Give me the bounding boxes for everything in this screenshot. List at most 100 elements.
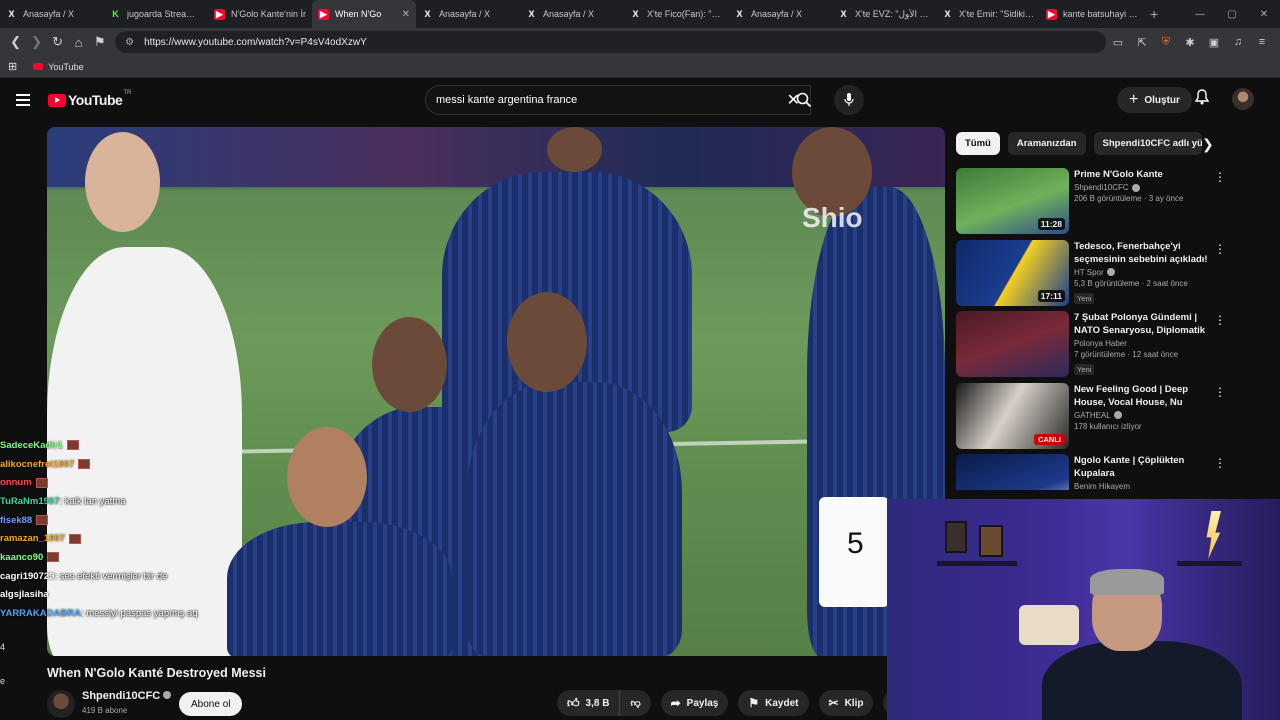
browser-tab[interactable]: ▶ When N'Go ✕ — [312, 0, 416, 28]
browser-tab[interactable]: Kjugoarda Stream - K — [104, 0, 208, 28]
channel-avatar[interactable] — [47, 690, 75, 718]
chat-username: onnum — [0, 477, 32, 489]
browser-tab[interactable]: X Anasayfa / X — [0, 0, 104, 28]
like-button[interactable]: 👍︎ 3,8 B — [557, 690, 621, 716]
video-info: 7 Şubat Polonya Gündemi | NATO Senaryosu… — [1074, 311, 1209, 377]
video-thumbnail[interactable]: CANLI — [956, 382, 1069, 449]
video-thumbnail[interactable]: 11:28 — [956, 168, 1069, 234]
like-dislike-group: 👍︎ 3,8 B 👎︎ — [557, 690, 651, 716]
chat-message: cagri190729: ses efekti vermişler bir de — [0, 567, 240, 586]
browser-tab[interactable]: X X'te Fico(Fan): "1. K — [624, 0, 728, 28]
video-title[interactable]: Tedesco, Fenerbahçe'yi seçmesinin sebebi… — [1074, 240, 1209, 266]
youtube-logo[interactable]: YouTube TR — [48, 90, 132, 108]
chat-username: YARRAKADABRA — [0, 608, 81, 620]
search-input[interactable]: messi kante argentina france ✕ — [425, 85, 811, 115]
recommended-video[interactable]: 17:11 Tedesco, Fenerbahçe'yi seçmesinin s… — [956, 239, 1226, 308]
dislike-button[interactable]: 👎︎ — [620, 697, 650, 709]
browser-tab[interactable]: ▶ N'Golo Kante'nin İr — [208, 0, 312, 28]
more-options-icon[interactable]: ⋮ — [1214, 456, 1226, 470]
video-title: When N'Golo Kanté Destroyed Messi — [47, 666, 266, 680]
extensions-icon[interactable]: ✱ — [1178, 36, 1202, 49]
url-text: https://www.youtube.com/watch?v=P4sV4odX… — [144, 36, 367, 48]
thumbs-down-icon: 👎︎ — [630, 698, 641, 709]
account-avatar[interactable] — [1232, 88, 1254, 110]
channel-name-text: Shpendi10CFC — [82, 690, 161, 702]
browser-tab[interactable]: X Anasayfa / X — [520, 0, 624, 28]
browser-tab[interactable]: X X'te Emir: "Sidiki Ch — [936, 0, 1040, 28]
create-button[interactable]: + Oluştur — [1117, 87, 1192, 113]
subscribe-button[interactable]: Abone ol — [179, 692, 243, 716]
chat-username: kaanco90 — [0, 551, 44, 563]
brave-shield-icon[interactable]: ⛨ — [1154, 36, 1178, 49]
bookmark-icon[interactable]: ⚑ — [90, 32, 109, 52]
plus-icon: + — [1129, 91, 1139, 108]
country-code: TR — [123, 90, 132, 96]
home-icon[interactable]: ⌂ — [69, 32, 88, 52]
filter-chip[interactable]: Tümü — [956, 132, 1000, 155]
browser-tab[interactable]: X Anasayfa / X — [416, 0, 520, 28]
minimize-icon[interactable]: — — [1184, 9, 1216, 20]
filter-chip[interactable]: Shpendi10CFC adlı yükle — [1093, 132, 1202, 155]
channel-name[interactable]: Shpendi10CFC — [1074, 183, 1129, 192]
address-bar[interactable]: ⚙ https://www.youtube.com/watch?v=P4sV4o… — [115, 31, 1106, 53]
save-button[interactable]: ⚑ Kaydet — [738, 690, 809, 716]
video-meta: 7 görüntüleme · 12 saat önce — [1074, 350, 1179, 359]
share-icon[interactable]: ⇱ — [1130, 36, 1154, 49]
video-title[interactable]: 7 Şubat Polonya Gündemi | NATO Senaryosu… — [1074, 311, 1209, 337]
video-title[interactable]: New Feeling Good | Deep House, Vocal Hou… — [1074, 383, 1209, 409]
wallet-icon[interactable]: ▣ — [1202, 36, 1226, 49]
notifications-bell-icon[interactable] — [1194, 89, 1210, 108]
more-options-icon[interactable]: ⋮ — [1214, 313, 1226, 327]
share-arrow-icon: ➦ — [670, 696, 681, 710]
bookmark-youtube[interactable]: YouTube — [33, 62, 84, 72]
recommended-video[interactable]: CANLI New Feeling Good | Deep House, Voca… — [956, 382, 1226, 451]
channel-name[interactable]: GATHEAL — [1074, 411, 1111, 420]
search-icon[interactable] — [787, 85, 821, 115]
more-options-icon[interactable]: ⋮ — [1214, 385, 1226, 399]
channel-name[interactable]: Benim Hikayem — [1074, 482, 1130, 490]
menu-hamburger-icon[interactable] — [16, 94, 30, 106]
reload-icon[interactable]: ↻ — [48, 32, 67, 52]
channel-name[interactable]: HT Spor — [1074, 268, 1104, 277]
streamer — [1042, 569, 1242, 720]
video-title[interactable]: Prime N'Golo Kante — [1074, 168, 1209, 181]
channel-name[interactable]: Shpendi10CFC — [82, 690, 172, 702]
tab-title: N'Golo Kante'nin İr — [231, 9, 306, 19]
browser-tab[interactable]: X Anasayfa / X — [728, 0, 832, 28]
channel-name[interactable]: Polonya Haber — [1074, 339, 1127, 348]
recommended-video[interactable]: Ngolo Kante | Çöplükten Kupalara Benim Hi… — [956, 454, 1226, 490]
filter-chip[interactable]: Aramanızdan — [1007, 132, 1086, 155]
install-icon[interactable]: ▭ — [1106, 36, 1130, 49]
chat-message: alikocnefret1907 — [0, 455, 240, 474]
recommended-video[interactable]: 11:28 Prime N'Golo Kante Shpendi10CFC 206 B… — [956, 168, 1226, 236]
streamer-hair — [1090, 569, 1164, 595]
apps-icon[interactable]: ⊞ — [8, 60, 17, 73]
media-icon[interactable]: ♫ — [1226, 36, 1250, 48]
new-tab-button[interactable]: + — [1150, 6, 1158, 22]
close-window-icon[interactable]: ✕ — [1248, 9, 1280, 20]
video-title[interactable]: Ngolo Kante | Çöplükten Kupalara — [1074, 454, 1209, 480]
more-options-icon[interactable]: ⋮ — [1214, 242, 1226, 256]
chat-text: : messiyi paspas yapmış aq — [80, 608, 198, 620]
video-thumbnail[interactable]: 17:11 — [956, 239, 1069, 306]
share-button[interactable]: ➦ Paylaş — [660, 690, 729, 716]
recommended-video[interactable]: 7 Şubat Polonya Gündemi | NATO Senaryosu… — [956, 311, 1226, 379]
back-icon[interactable]: ❮ — [6, 32, 25, 52]
chips-next-icon[interactable]: ❯ — [1202, 136, 1214, 153]
clip-button[interactable]: ✂ Klip — [818, 690, 874, 716]
site-info-icon[interactable]: ⚙ — [125, 37, 134, 48]
bookmarks-bar: ⊞ YouTube — [0, 56, 1280, 78]
video-thumbnail[interactable] — [956, 311, 1069, 377]
more-options-icon[interactable]: ⋮ — [1214, 170, 1226, 184]
voice-search-icon[interactable] — [834, 85, 864, 115]
clip-label: Klip — [844, 697, 864, 709]
maximize-icon[interactable]: ▢ — [1216, 9, 1248, 20]
browser-tab[interactable]: ▶ kante batsuhayi - Y — [1040, 0, 1144, 28]
forward-icon[interactable]: ❯ — [27, 32, 46, 52]
create-label: Oluştur — [1144, 94, 1180, 106]
video-thumbnail[interactable] — [956, 454, 1069, 490]
menu-icon[interactable]: ≡ — [1250, 36, 1274, 48]
close-tab-icon[interactable]: ✕ — [402, 9, 410, 20]
browser-tab[interactable]: X X'te EVZ: "وط الأول — [832, 0, 936, 28]
chat-username: TuRaNm1907 — [0, 495, 60, 507]
